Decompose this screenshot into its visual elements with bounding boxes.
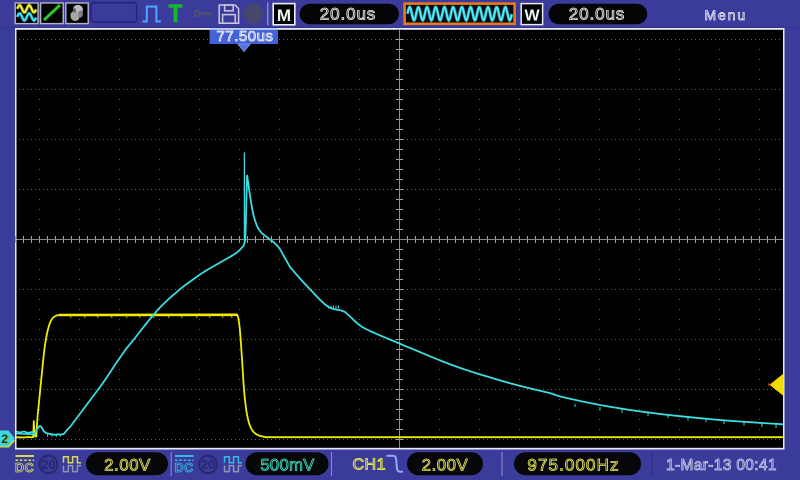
svg-text:W: W xyxy=(524,8,540,25)
svg-text:2.00V: 2.00V xyxy=(422,457,469,475)
svg-text:20: 20 xyxy=(42,458,56,472)
svg-text:DC: DC xyxy=(15,461,34,475)
svg-text:2.00V: 2.00V xyxy=(104,457,151,475)
svg-text:77.50us: 77.50us xyxy=(217,28,274,45)
svg-text:20.0us: 20.0us xyxy=(320,5,376,24)
svg-text:1-Mar-13 00:41: 1-Mar-13 00:41 xyxy=(666,457,777,474)
svg-text:20: 20 xyxy=(201,458,215,472)
svg-text:2: 2 xyxy=(1,432,8,446)
svg-text:Menu: Menu xyxy=(705,7,748,23)
svg-text:20.0us: 20.0us xyxy=(569,5,625,24)
svg-text:975.000Hz: 975.000Hz xyxy=(527,456,619,475)
svg-text:DC: DC xyxy=(175,461,194,475)
svg-text:500mV: 500mV xyxy=(260,457,314,475)
svg-text:CH1: CH1 xyxy=(353,456,387,473)
svg-text:M: M xyxy=(277,6,291,25)
